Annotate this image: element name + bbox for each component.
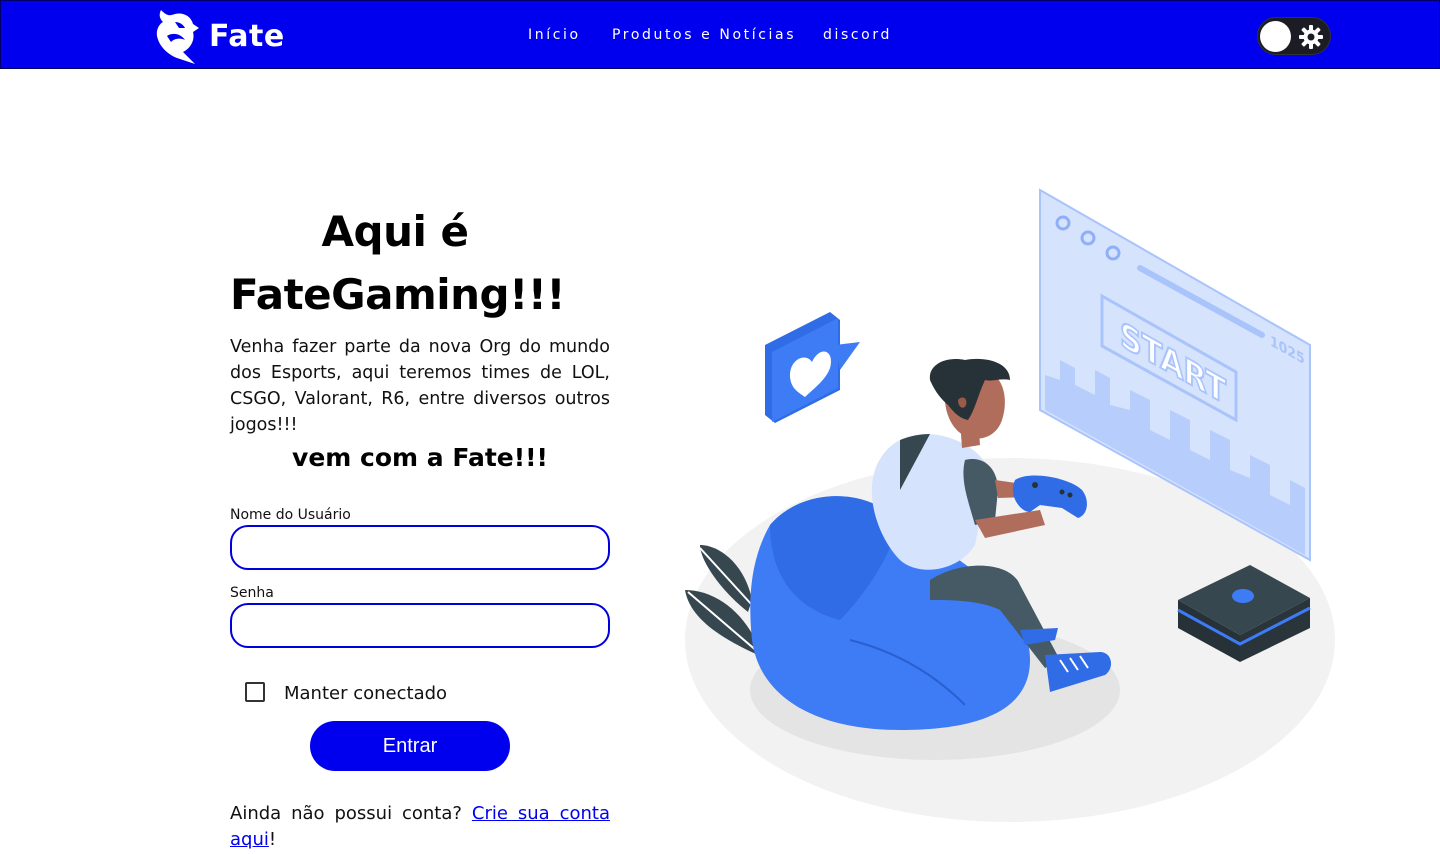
login-button[interactable]: Entrar <box>310 721 510 771</box>
remember-label[interactable]: Manter conectado <box>284 683 447 704</box>
heart-bubble-icon <box>765 312 860 423</box>
gear-icon <box>1299 25 1323 49</box>
brand-logo[interactable]: Fate <box>153 5 285 67</box>
top-navbar: Fate Início Produtos e Notícias discord <box>0 0 1440 69</box>
remember-checkbox[interactable] <box>245 682 265 702</box>
password-label: Senha <box>230 585 274 601</box>
signup-prompt-text: Ainda não possui conta? <box>230 803 462 824</box>
hero-cta-text: vem com a Fate!!! <box>292 443 548 472</box>
signup-prompt: Ainda não possui conta? Crie sua conta a… <box>230 801 610 853</box>
nav-item-produtos-noticias[interactable]: Produtos e Notícias <box>612 27 796 43</box>
password-input[interactable] <box>230 603 610 648</box>
hero-description: Venha fazer parte da nova Org do mundo d… <box>230 337 610 435</box>
fate-logo-icon <box>156 10 199 64</box>
page-title: Aqui é FateGaming!!! <box>230 207 566 319</box>
username-label: Nome do Usuário <box>230 507 351 523</box>
gamer-illustration: START 1025 <box>685 188 1335 822</box>
username-input[interactable] <box>230 525 610 570</box>
theme-toggle[interactable] <box>1257 17 1331 55</box>
nav-item-inicio[interactable]: Início <box>528 27 581 43</box>
nav-item-discord[interactable]: discord <box>823 27 892 43</box>
signup-suffix: ! <box>268 829 277 850</box>
toggle-knob <box>1260 21 1291 52</box>
brand-name: Fate <box>209 18 285 54</box>
